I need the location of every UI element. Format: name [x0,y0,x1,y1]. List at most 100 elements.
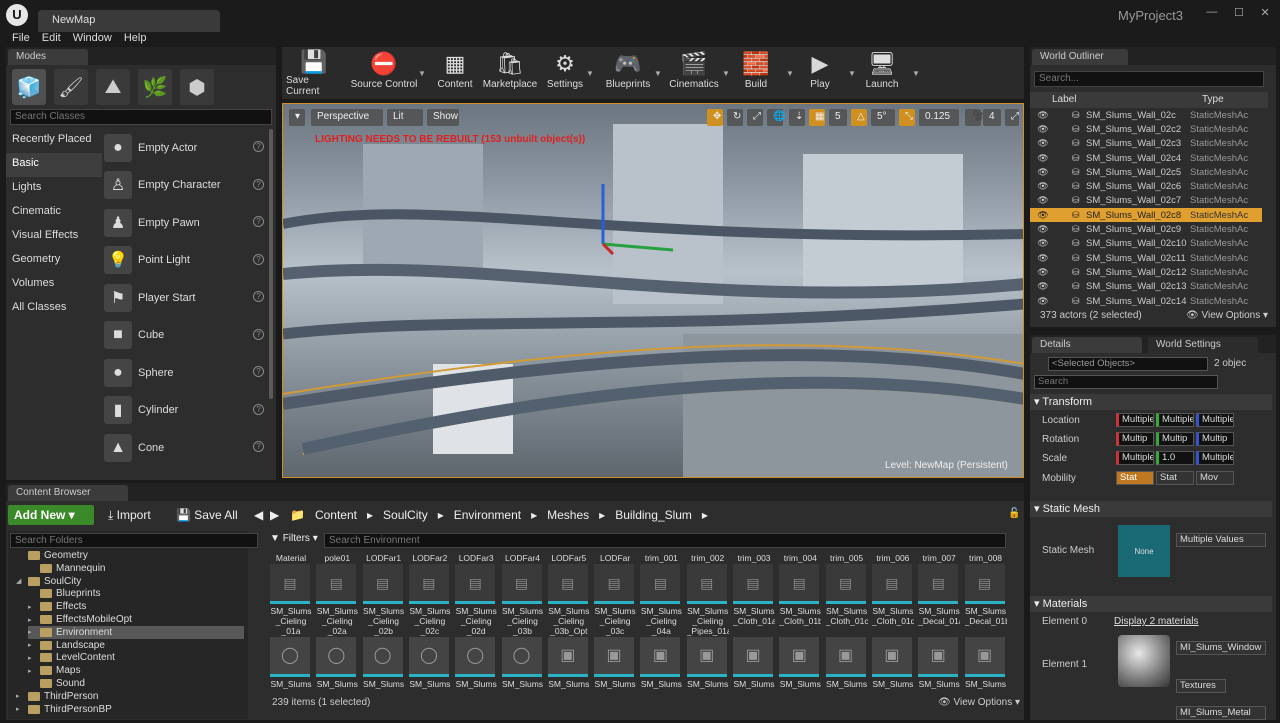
location-z-field[interactable]: Multiple [1196,413,1234,427]
world-settings-tab[interactable]: World Settings [1148,337,1258,353]
chevron-down-icon[interactable]: ▼ [722,69,730,78]
help-icon[interactable]: ? [253,291,264,302]
col-type[interactable]: Type [1202,94,1224,105]
expand-arrow-icon[interactable]: ▸ [28,628,36,636]
location-x-field[interactable]: Multiple [1116,413,1154,427]
search-classes-input[interactable]: Search Classes [10,109,272,125]
eye-icon[interactable]: 👁 [1036,267,1050,278]
asset-tile[interactable]: LODFar4 ▤ SM_Slums _Cieling _03b [501,553,544,636]
chevron-down-icon[interactable]: ▼ [786,69,794,78]
outliner-search-input[interactable]: Search... [1034,71,1264,87]
display-materials-link[interactable]: Display 2 materials [1114,616,1198,627]
asset-tile[interactable]: trim_003 ▤ SM_Slums _Cloth_01a [733,553,775,636]
asset-tile[interactable]: ▣ SM_Slums [733,637,775,689]
rotation-z-field[interactable]: Multip [1196,432,1234,446]
rotation-snap-value[interactable]: 5° [871,109,895,126]
outliner-row[interactable]: 👁 ⛁ SM_Slums_Wall_02c4 StaticMeshAc [1030,151,1262,165]
perspective-button[interactable]: Perspective [311,109,383,126]
save-current-button[interactable]: 💾 Save Current [286,49,342,97]
outliner-row[interactable]: 👁 ⛁ SM_Slums_Wall_02c13 StaticMeshAc [1030,280,1262,294]
outliner-row[interactable]: 👁 ⛁ SM_Slums_Wall_02c3 StaticMeshAc [1030,137,1262,151]
help-icon[interactable]: ? [253,328,264,340]
category-visual-effects[interactable]: Visual Effects [6,225,102,249]
minimize-button[interactable]: — [1206,6,1217,22]
forward-button[interactable]: ▶ [264,505,285,525]
asset-tile[interactable]: trim_005 ▤ SM_Slums _Cloth_01c [825,553,868,636]
crumb-content[interactable]: Content [315,508,357,522]
modes-tab[interactable]: Modes [8,49,88,65]
asset-tile[interactable]: ▣ SM_Slums [918,637,960,689]
asset-tile[interactable]: ◯ SM_Slums [408,637,451,689]
folder-row[interactable]: Geometry [16,549,244,562]
level-viewport[interactable]: ▾ Perspective Lit Show ✥ ↻ ⤢ 🌐 ⇣ ▦ 5 △ 5… [282,103,1024,478]
asset-tile[interactable]: ▣ SM_Slums [686,637,729,689]
category-volumes[interactable]: Volumes [6,273,102,297]
folder-row[interactable]: ▸ LevelContent [28,651,244,664]
asset-tile[interactable]: LODFar2 ▤ SM_Slums _Cieling _02c [408,553,451,636]
details-search-input[interactable]: Search [1034,375,1218,389]
asset-tile[interactable]: ▣ SM_Slums [825,637,868,689]
marketplace-button[interactable]: 🛍 Marketplace [480,49,540,97]
search-folders-input[interactable]: Search Folders [10,533,258,548]
chevron-down-icon[interactable]: ▼ [418,69,426,78]
lit-button[interactable]: Lit [387,109,423,126]
menu-help[interactable]: Help [124,32,147,46]
scale-y-field[interactable]: 1.0 [1156,451,1194,465]
asset-tile[interactable]: trim_007 ▤ SM_Slums _Decal_01a [918,553,960,636]
eye-icon[interactable]: 👁 [1036,210,1050,221]
category-cinematic[interactable]: Cinematic [6,201,102,225]
asset-tile[interactable]: trim_001 ▤ SM_Slums _Cieling _04a [640,553,682,636]
scale-icon[interactable]: ⤢ [747,109,763,126]
expand-arrow-icon[interactable]: ▸ [28,654,36,662]
eye-icon[interactable]: 👁 [1036,110,1050,121]
category-basic[interactable]: Basic [6,153,102,177]
class-item[interactable]: ♟ Empty Pawn? [104,204,264,242]
chevron-down-icon[interactable]: ▼ [848,69,856,78]
asset-tile[interactable]: LODFar3 ▤ SM_Slums _Cieling _02d [455,553,497,636]
scale-z-field[interactable]: Multiple [1196,451,1234,465]
materials-section[interactable]: ▾ Materials [1030,596,1272,612]
settings-button[interactable]: ⚙ Settings [544,49,586,97]
launch-button[interactable]: 🖥 Launch [862,49,902,97]
map-tab[interactable]: NewMap [38,10,220,32]
help-icon[interactable]: ? [253,366,264,377]
asset-tile[interactable]: ▣ SM_Slums [547,637,590,689]
folder-row[interactable]: ▸ Maps [28,664,244,677]
foliage-mode-icon[interactable]: 🌿 [138,69,172,105]
menu-window[interactable]: Window [73,32,112,46]
class-item[interactable]: 💡 Point Light? [104,242,264,280]
help-icon[interactable]: ? [253,441,264,452]
scale-snap-icon[interactable]: ⤡ [899,109,915,126]
outliner-row[interactable]: 👁 ⛁ SM_Slums_Wall_02c2 StaticMeshAc [1030,122,1262,136]
lock-icon[interactable]: 🔓 [1002,505,1026,525]
asset-tile[interactable]: LODFar ▤ SM_Slums _Cieling _03c [594,553,636,636]
eye-icon[interactable]: 👁 [1036,138,1050,149]
folder-row[interactable]: Sound [28,677,244,690]
mobility-stationary-button[interactable]: Stat [1156,471,1194,485]
surface-snap-icon[interactable]: ⇣ [789,109,805,126]
rotation-x-field[interactable]: Multip [1116,432,1154,446]
camera-speed-icon[interactable]: 🎥 [965,109,983,126]
asset-tile[interactable]: ◯ SM_Slums [501,637,544,689]
class-item[interactable]: ● Empty Actor? [104,129,264,167]
chevron-down-icon[interactable]: ▼ [586,69,594,78]
eye-icon[interactable]: 👁 [1036,281,1050,292]
rotation-label[interactable]: Rotation [1042,434,1079,445]
eye-icon[interactable]: 👁 [1036,195,1050,206]
scrollbar[interactable] [269,129,273,399]
material-thumbnail[interactable] [1118,635,1170,687]
outliner-row[interactable]: 👁 ⛁ SM_Slums_Wall_02c12 StaticMeshAc [1030,265,1262,279]
expand-arrow-icon[interactable]: ▸ [28,616,36,624]
folder-row[interactable]: ▸ Effects [28,600,244,613]
asset-tile[interactable]: trim_008 ▤ SM_Slums _Decal_01b [964,553,1007,636]
geometry-mode-icon[interactable]: ⬢ [180,69,214,105]
content-browser-tab[interactable]: Content Browser [8,485,128,501]
asset-tile[interactable]: ▣ SM_Slums [594,637,636,689]
menu-file[interactable]: File [12,32,30,46]
content-button[interactable]: ▦ Content [432,49,478,97]
asset-tile[interactable]: trim_006 ▤ SM_Slums _Cloth_01d [871,553,914,636]
details-tab[interactable]: Details [1032,337,1142,353]
cinematics-button[interactable]: 🎬 Cinematics [666,49,722,97]
help-icon[interactable]: ? [253,403,264,415]
transform-section[interactable]: ▾ Transform [1030,394,1272,410]
